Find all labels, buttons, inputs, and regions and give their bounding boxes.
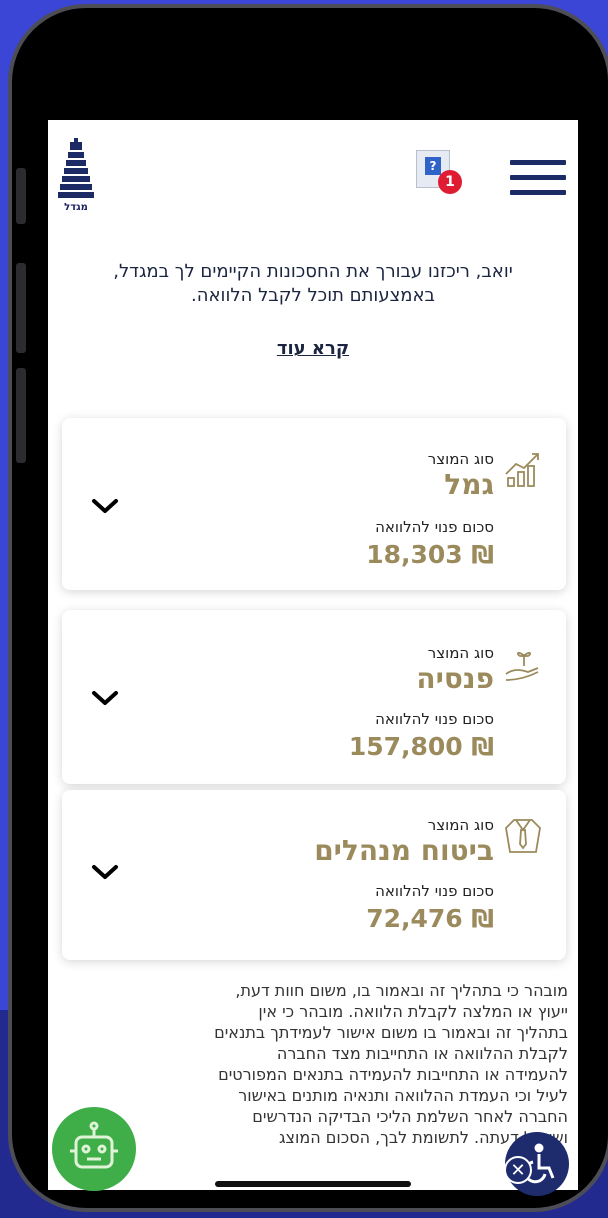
hand-seedling-icon — [505, 651, 539, 681]
volume-down-button — [16, 368, 26, 463]
product-type-label: סוג המוצר — [427, 644, 494, 662]
logo-text: מגדל — [64, 202, 88, 213]
product-type-label: סוג המוצר — [427, 450, 494, 468]
available-amount-label: סכום פנוי להלוואה — [375, 882, 494, 900]
available-amount-label: סכום פנוי להלוואה — [375, 518, 494, 536]
volume-up-button — [16, 263, 26, 353]
intro-line-1: יואב, ריכזנו עבורך את החסכונות הקיימים ל… — [113, 261, 513, 282]
available-amount-label: סכום פנוי להלוואה — [375, 710, 494, 728]
product-type-label: סוג המוצר — [427, 816, 494, 834]
product-type: גמל — [444, 468, 494, 501]
chevron-down-icon[interactable] — [90, 862, 120, 882]
product-type: פנסיה — [416, 662, 494, 695]
product-card-pension[interactable]: סוג המוצר פנסיה סכום פנוי להלוואה 157,80… — [62, 610, 566, 784]
available-amount: 72,476 ₪ — [366, 904, 494, 933]
mute-switch — [16, 168, 26, 224]
migdal-logo[interactable]: מגדל — [54, 138, 98, 216]
chevron-down-icon[interactable] — [90, 688, 120, 708]
tower-logo-icon — [58, 138, 94, 198]
robot-icon — [70, 1121, 118, 1169]
product-card-managers-insurance[interactable]: סוג המוצר ביטוח מנהלים סכום פנוי להלוואה… — [62, 790, 566, 960]
chatbot-button[interactable] — [52, 1107, 136, 1191]
notifications-button[interactable]: ? 1 — [416, 150, 466, 196]
growth-chart-icon — [505, 453, 539, 487]
intro-text: יואב, ריכזנו עבורך את החסכונות הקיימים ל… — [48, 260, 578, 308]
intro-line-2: באמצעותם תוכל לקבל הלוואה. — [191, 285, 435, 306]
product-card-gemel[interactable]: סוג המוצר גמל סכום פנוי להלוואה 18,303 ₪ — [62, 418, 566, 590]
available-amount: 157,800 ₪ — [348, 732, 494, 761]
chevron-down-icon[interactable] — [90, 496, 120, 516]
app-screen: מגדל ? 1 יואב, ריכזנו עבורך את החסכונות … — [48, 120, 578, 1190]
available-amount: 18,303 ₪ — [366, 540, 494, 569]
close-accessibility-icon[interactable]: ✕ — [504, 1156, 532, 1184]
hamburger-menu-icon[interactable] — [510, 160, 566, 198]
read-more-link[interactable]: קרא עוד — [48, 338, 578, 359]
shirt-tie-icon — [505, 819, 541, 853]
home-indicator — [215, 1181, 411, 1187]
product-type: ביטוח מנהלים — [314, 834, 494, 867]
notification-badge: 1 — [438, 170, 462, 194]
